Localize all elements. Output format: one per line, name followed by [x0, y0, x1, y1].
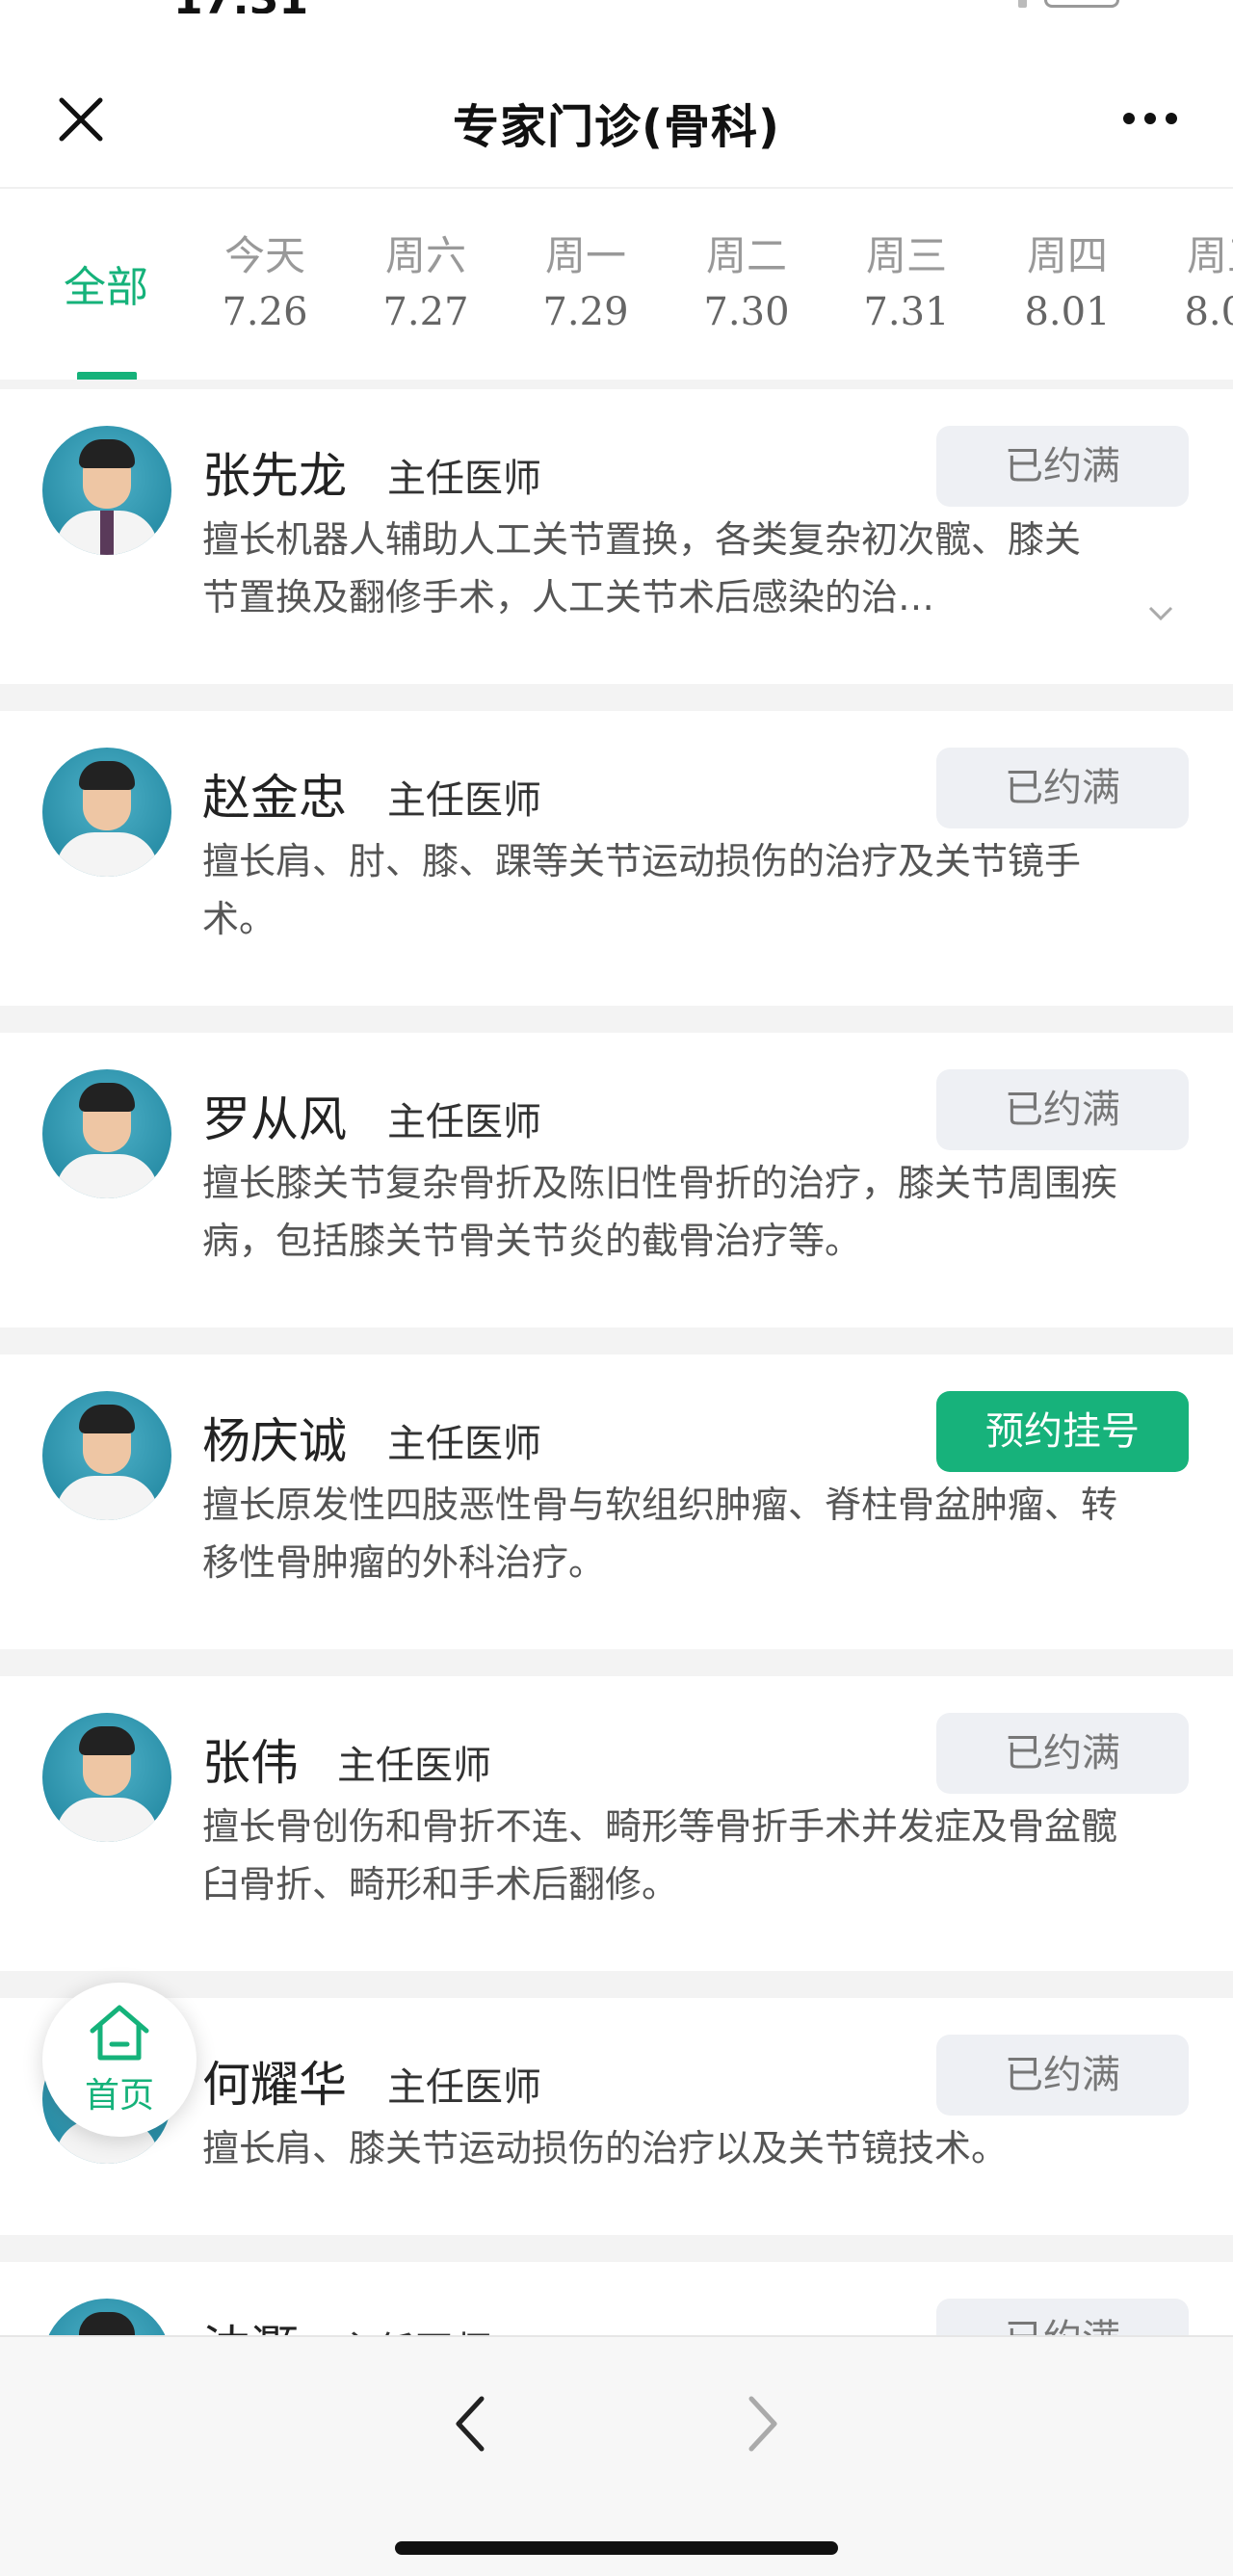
tab-date: 7.29 [542, 290, 629, 334]
doctor-name: 赵金忠 [202, 770, 347, 826]
doctor-avatar [42, 1069, 171, 1198]
doctor-title: 主任医师 [337, 1744, 491, 1788]
tab-date: 7.31 [863, 290, 950, 334]
doctor-avatar [42, 1713, 171, 1842]
avatar-coat [56, 832, 158, 877]
tab-weekday: 周四 [1026, 232, 1108, 279]
avatar-coat [56, 1798, 158, 1842]
doctor-card[interactable]: 张伟 主任医师 已约满 擅长骨创伤和骨折不连、畸形等骨折手术并发症及骨盆髋臼骨折… [0, 1676, 1233, 1971]
doctor-avatar [42, 748, 171, 877]
booking-status-button[interactable]: 已约满 [936, 426, 1189, 507]
doctor-name: 张伟 [202, 1735, 299, 1791]
tab-weekday: 周三 [865, 232, 947, 279]
doctor-description: 擅长肩、肘、膝、踝等关节运动损伤的治疗及关节镜手术。 [202, 840, 1082, 940]
avatar-coat [56, 1154, 158, 1198]
tab-day-0[interactable]: 今天 7.26 [197, 229, 332, 341]
doctor-card[interactable]: 杨庆诚 主任医师 预约挂号 擅长原发性四肢恶性骨与软组织肿瘤、脊柱骨盆肿瘤、转移… [0, 1354, 1233, 1649]
more-icon-dot [1166, 113, 1177, 124]
booking-status-button[interactable]: 已约满 [936, 1069, 1189, 1150]
doctor-name: 何耀华 [202, 2057, 347, 2113]
tab-date: 7.30 [703, 290, 790, 334]
doctor-description: 擅长机器人辅助人工关节置换，各类复杂初次髋、膝关节置换及翻修手术，人工关节术后感… [202, 518, 1082, 618]
tab-weekday: 周二 [705, 232, 787, 279]
page: 17:31 专家门诊(骨科) 全部 今天 7.26 [0, 0, 1233, 2576]
tab-day-4[interactable]: 周三 7.31 [839, 229, 974, 341]
more-options-button[interactable] [1115, 104, 1185, 133]
doctor-name: 张先龙 [202, 448, 347, 504]
doctor-title: 主任医师 [387, 457, 541, 501]
active-tab-indicator [77, 372, 137, 380]
tab-all-label: 全部 [64, 263, 148, 312]
avatar-tie [100, 511, 114, 555]
tab-day-2[interactable]: 周一 7.29 [518, 229, 653, 341]
tab-day-6[interactable]: 周五 8.02 [1160, 229, 1233, 341]
tab-weekday: 周六 [384, 232, 466, 279]
home-label: 首页 [84, 2076, 154, 2116]
doctor-avatar [42, 1391, 171, 1520]
status-bar: 17:31 [0, 0, 1233, 13]
doctor-card[interactable]: 赵金忠 主任医师 已约满 擅长肩、肘、膝、踝等关节运动损伤的治疗及关节镜手术。 [0, 711, 1233, 1006]
home-indicator[interactable] [395, 2541, 838, 2555]
doctor-name: 罗从风 [202, 1091, 347, 1147]
status-icons [1018, 0, 1119, 8]
avatar-hair [79, 1083, 135, 1112]
chevron-right-icon [748, 2396, 777, 2452]
doctor-description: 擅长膝关节复杂骨折及陈旧性骨折的治疗，膝关节周围疾病，包括膝关节骨关节炎的截骨治… [202, 1162, 1118, 1262]
doctor-title: 主任医师 [387, 778, 541, 823]
more-icon-dot [1123, 113, 1135, 124]
signal-icon [1018, 0, 1027, 8]
tab-day-1[interactable]: 周六 7.27 [358, 229, 493, 341]
tab-day-5[interactable]: 周四 8.01 [1000, 229, 1135, 341]
battery-icon [1044, 0, 1119, 8]
doctor-description: 擅长骨创伤和骨折不连、畸形等骨折手术并发症及骨盆髋臼骨折、畸形和手术后翻修。 [202, 1805, 1118, 1906]
tab-weekday: 周五 [1186, 232, 1233, 279]
booking-status-button[interactable]: 已约满 [936, 2035, 1189, 2116]
doctor-description: 擅长肩、膝关节运动损伤的治疗以及关节镜技术。 [202, 2127, 1009, 2169]
doctor-card[interactable]: 张先龙 主任医师 已约满 擅长机器人辅助人工关节置换，各类复杂初次髋、膝关节置换… [0, 389, 1233, 684]
doctor-title: 主任医师 [387, 1100, 541, 1144]
avatar-hair [79, 1726, 135, 1755]
tab-day-3[interactable]: 周二 7.30 [679, 229, 814, 341]
tab-all[interactable]: 全部 [48, 189, 164, 380]
booking-status-button[interactable]: 已约满 [936, 748, 1189, 828]
chevron-down-icon [1148, 606, 1173, 621]
bottom-navigation [0, 2335, 1233, 2576]
avatar-coat [56, 1476, 158, 1520]
doctor-avatar [42, 426, 171, 555]
floating-home-button[interactable]: 首页 [42, 1983, 197, 2137]
avatar-hair [79, 1405, 135, 1433]
tab-date: 7.26 [222, 290, 308, 334]
tab-weekday: 今天 [223, 232, 305, 279]
avatar-hair [79, 761, 135, 790]
doctor-description: 擅长原发性四肢恶性骨与软组织肿瘤、脊柱骨盆肿瘤、转移性骨肿瘤的外科治疗。 [202, 1484, 1118, 1584]
status-time: 17:31 [173, 0, 308, 13]
book-appointment-button[interactable]: 预约挂号 [936, 1391, 1189, 1472]
tab-weekday: 周一 [544, 232, 626, 279]
page-title: 专家门诊(骨科) [453, 100, 780, 154]
chevron-left-icon [456, 2396, 485, 2452]
app-header: 专家门诊(骨科) [0, 13, 1233, 187]
doctor-name: 杨庆诚 [202, 1413, 347, 1469]
back-button[interactable] [443, 2385, 501, 2462]
tab-date: 7.27 [382, 290, 469, 334]
tab-date: 8.02 [1184, 290, 1233, 334]
doctor-title: 主任医师 [387, 2065, 541, 2110]
date-tab-bar: 全部 今天 7.26 周六 7.27 周一 7.29 周二 7.30 周三 7.… [0, 187, 1233, 380]
doctor-title: 主任医师 [387, 1422, 541, 1466]
expand-description-button[interactable] [1146, 599, 1175, 628]
avatar-hair [79, 439, 135, 468]
tab-date: 8.01 [1024, 290, 1111, 334]
more-icon-dot [1144, 113, 1156, 124]
home-icon [90, 2005, 149, 2061]
booking-status-button[interactable]: 已约满 [936, 1713, 1189, 1794]
doctor-card[interactable]: 罗从风 主任医师 已约满 擅长膝关节复杂骨折及陈旧性骨折的治疗，膝关节周围疾病，… [0, 1033, 1233, 1327]
forward-button[interactable] [732, 2385, 790, 2462]
list-divider [0, 380, 1233, 389]
